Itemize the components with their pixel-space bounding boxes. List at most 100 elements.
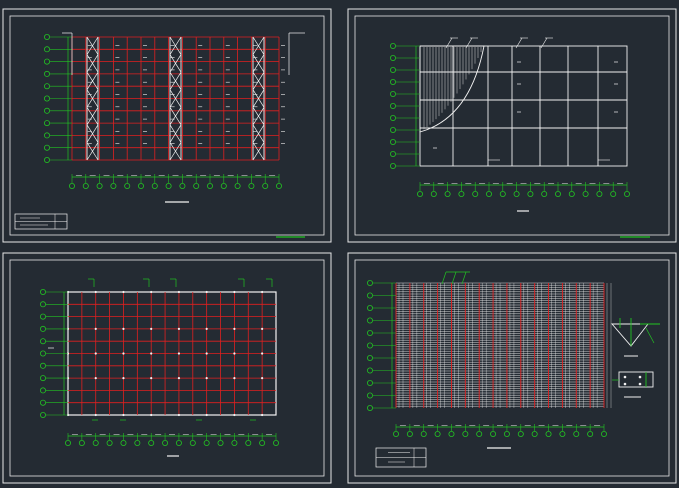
sheet-top-left (2, 8, 332, 243)
axis-bubble (120, 439, 127, 446)
detail-leader (645, 327, 655, 344)
bolt-marker (150, 352, 153, 355)
axis-bubble (44, 34, 51, 41)
bolt-marker (122, 327, 125, 330)
y-axis-markers (366, 279, 396, 411)
axis-bubble (193, 182, 200, 189)
axis-bubble (40, 375, 47, 382)
axis-bubble (96, 182, 103, 189)
sheet-outer-border (2, 252, 332, 484)
bolt-marker (122, 377, 125, 380)
axis-bubble (448, 430, 455, 437)
sheet-outer-border (2, 8, 332, 243)
cad-drawing-canvas[interactable] (0, 0, 679, 484)
bolt-marker (261, 352, 264, 355)
axis-bubble (582, 190, 589, 197)
axis-bubble (485, 190, 492, 197)
axis-bubble (366, 379, 373, 386)
detail-triangle (611, 323, 649, 347)
axis-bubble (545, 430, 552, 437)
axis-bubble (44, 107, 51, 114)
bolt-marker (150, 327, 153, 330)
title-block (14, 213, 68, 230)
axis-bubble (462, 430, 469, 437)
axis-bubble (541, 190, 548, 197)
axis-bubble (573, 430, 580, 437)
axis-bubble (44, 83, 51, 90)
axis-bubble (389, 127, 396, 134)
bolt-marker (177, 327, 181, 330)
axis-bubble (366, 367, 373, 374)
axis-bubble (40, 288, 47, 295)
axis-bubble (366, 279, 373, 286)
bolt-marker (233, 290, 236, 294)
axis-bubble (165, 182, 172, 189)
axis-bubble (245, 439, 252, 446)
axis-bubble (420, 430, 427, 437)
bolt-marker (94, 290, 97, 294)
axis-bubble (92, 439, 99, 446)
axis-bubble (137, 182, 144, 189)
axis-bubble (189, 439, 196, 446)
axis-bubble (389, 103, 396, 110)
axis-bubble (499, 190, 506, 197)
bolt-marker (94, 413, 97, 417)
axis-bubble (40, 313, 47, 320)
axis-bubble (458, 190, 465, 197)
bolt-marker (261, 290, 264, 294)
axis-bubble (531, 430, 538, 437)
callout-leader (515, 37, 523, 49)
callout-leaders (445, 37, 610, 161)
axis-bubble (206, 182, 213, 189)
bolt-marker (623, 375, 627, 379)
title-block (375, 447, 427, 468)
axis-bubble (555, 190, 562, 197)
bolt-marker (623, 382, 627, 386)
bolt-marker (177, 290, 181, 294)
axis-bubble (44, 46, 51, 53)
y-axis-markers (40, 288, 68, 418)
axis-bubble (389, 150, 396, 157)
axis-bubble (503, 430, 510, 437)
bolt-marker (94, 327, 97, 330)
callout-leader (441, 271, 447, 285)
axis-bubble (262, 182, 269, 189)
sheet-bottom-right (347, 252, 677, 484)
axis-bubble (517, 430, 524, 437)
axis-bubble (40, 338, 47, 345)
axis-bubble (389, 43, 396, 50)
axis-bubble (203, 439, 210, 446)
axis-bubble (366, 304, 373, 311)
axis-bubble (476, 430, 483, 437)
x-axis-markers (392, 424, 608, 437)
axis-bubble (366, 342, 373, 349)
axis-bubble (217, 439, 224, 446)
x-axis-markers (65, 433, 279, 446)
bolt-marker (233, 413, 236, 417)
bolt-marker (261, 413, 264, 417)
axis-bubble (44, 144, 51, 151)
bolt-marker (233, 352, 236, 355)
y-axis-markers (389, 43, 420, 169)
axis-bubble (416, 190, 423, 197)
callout-leader (540, 37, 548, 49)
bolt-marker (122, 413, 125, 417)
axis-bubble (601, 430, 608, 437)
axis-bubble (389, 91, 396, 98)
axis-bubble (434, 430, 441, 437)
sheet-bottom-left (2, 252, 332, 484)
callout-leaders (88, 278, 273, 421)
bolt-marker (150, 377, 153, 380)
bolt-marker (233, 327, 236, 330)
callout-leaders (441, 271, 470, 285)
axis-bubble (389, 55, 396, 62)
axis-bubble (259, 439, 266, 446)
axis-bubble (40, 387, 47, 394)
axis-bubble (513, 190, 520, 197)
axis-bubble (472, 190, 479, 197)
bolt-marker (233, 377, 236, 380)
axis-bubble (490, 430, 497, 437)
axis-bubble (148, 439, 155, 446)
opening-outline (419, 45, 485, 133)
callout-leader (465, 37, 473, 49)
